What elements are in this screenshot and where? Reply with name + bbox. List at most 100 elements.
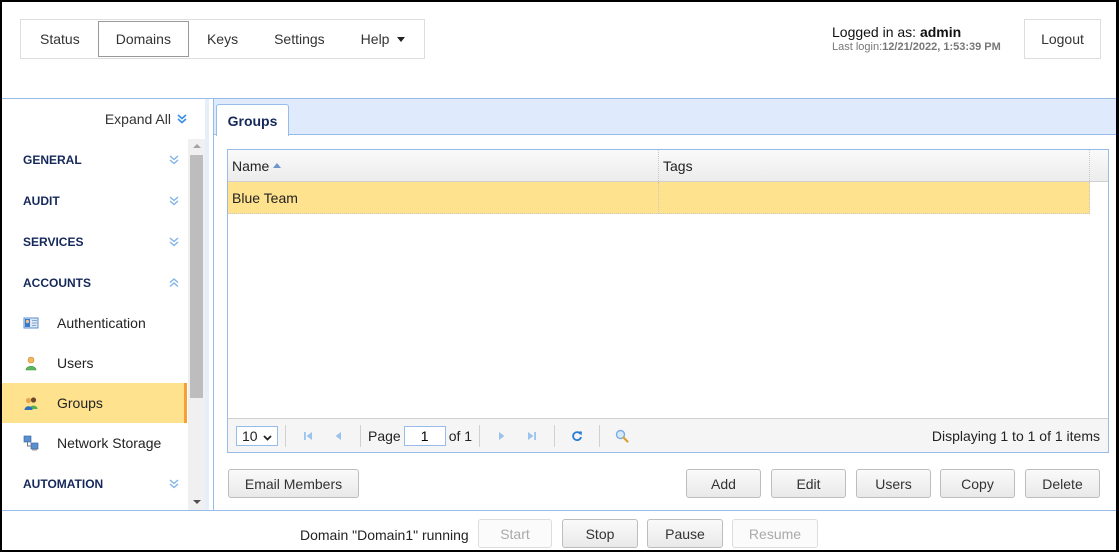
id-card-icon — [23, 315, 39, 331]
sidebar-item-groups[interactable]: Groups — [2, 383, 187, 423]
stop-button[interactable]: Stop — [562, 519, 638, 548]
resume-button[interactable]: Resume — [732, 519, 818, 548]
divider — [554, 424, 556, 447]
chevron-down-icon — [262, 428, 272, 444]
double-chevron-down-icon — [169, 236, 179, 247]
page-count-label: of 1 — [448, 427, 473, 444]
page-number-input[interactable] — [403, 425, 446, 446]
top-nav: Status Domains Keys Settings Help — [20, 19, 426, 59]
pause-button[interactable]: Pause — [647, 519, 723, 548]
sidebar-section-audit[interactable]: AUDIT — [2, 180, 187, 221]
nav-keys-label: Keys — [206, 31, 239, 47]
logout-button[interactable]: Logout — [1024, 19, 1101, 59]
sidebar-section-automation[interactable]: AUTOMATION — [2, 463, 187, 504]
sidebar-section-services[interactable]: SERVICES — [2, 221, 187, 262]
nav-help[interactable]: Help — [343, 21, 424, 57]
column-label: Name — [232, 157, 270, 174]
double-chevron-down-icon — [177, 114, 187, 124]
divider — [360, 424, 361, 447]
section-label: SERVICES — [23, 234, 84, 249]
domain-status: Domain "Domain1" running — [300, 527, 469, 543]
section-label: AUTOMATION — [23, 476, 104, 491]
nav-help-label: Help — [360, 31, 390, 47]
double-chevron-down-icon — [169, 478, 179, 489]
table-row[interactable]: Blue Team — [228, 182, 1090, 214]
refresh-button[interactable] — [566, 425, 588, 447]
column-header-filler — [1090, 150, 1108, 181]
start-button[interactable]: Start — [478, 519, 552, 548]
login-info: Logged in as: admin Last login:12/21/202… — [832, 24, 1001, 53]
app-window: Status Domains Keys Settings Help Logged… — [2, 2, 1116, 550]
main-area: Expand All GENERAL AUDIT SERVICES ACCOUN… — [2, 98, 1116, 511]
display-count: Displaying 1 to 1 of 1 items — [931, 428, 1100, 444]
expand-all-label: Expand All — [104, 111, 171, 127]
nav-status-label: Status — [40, 31, 80, 47]
content-panel: Groups Name Tags Blue Team 10 Page 1 of … — [213, 99, 1116, 510]
page-size-select[interactable]: 10 — [236, 425, 278, 446]
last-page-button[interactable] — [521, 425, 543, 447]
refresh-icon — [572, 430, 583, 441]
tab-groups[interactable]: Groups — [216, 104, 289, 136]
next-page-button[interactable] — [491, 425, 513, 447]
section-label: GENERAL — [23, 152, 82, 167]
double-chevron-up-icon — [169, 277, 179, 288]
scroll-down-arrow-icon[interactable] — [193, 500, 201, 504]
nav-status[interactable]: Status — [22, 21, 98, 57]
expand-all-button[interactable]: Expand All — [105, 111, 187, 127]
divider — [599, 424, 601, 447]
edit-button[interactable]: Edit — [771, 469, 846, 498]
groups-grid: Name Tags Blue Team 10 Page 1 of 1 Displ… — [227, 149, 1109, 453]
nav-settings[interactable]: Settings — [256, 21, 343, 57]
add-button[interactable]: Add — [686, 469, 761, 498]
sidebar-item-label: Network Storage — [57, 435, 162, 451]
sort-ascending-icon — [273, 163, 282, 168]
column-label: Tags — [663, 157, 693, 174]
column-header-name[interactable]: Name — [228, 150, 659, 181]
email-members-button[interactable]: Email Members — [228, 469, 359, 498]
double-chevron-down-icon — [169, 154, 179, 165]
search-icon — [615, 429, 629, 443]
divider — [285, 424, 286, 447]
sidebar-item-network-storage[interactable]: Network Storage — [2, 423, 187, 463]
first-page-button[interactable] — [297, 425, 319, 447]
last-login-prefix: Last login: — [832, 41, 883, 53]
scroll-up-arrow-icon[interactable] — [193, 144, 201, 148]
grid-header: Name Tags — [228, 150, 1108, 182]
grid-body: Blue Team — [228, 182, 1108, 214]
search-button[interactable] — [611, 425, 633, 447]
logged-in-as: Logged in as: admin — [832, 24, 1001, 40]
sidebar-section-general[interactable]: GENERAL — [2, 139, 187, 180]
sidebar-section-accounts[interactable]: ACCOUNTS — [2, 262, 187, 303]
last-login: Last login:12/21/2022, 1:53:39 PM — [832, 41, 1001, 53]
column-header-tags[interactable]: Tags — [659, 150, 1090, 181]
username: admin — [919, 24, 962, 40]
user-icon — [23, 355, 39, 371]
section-label: ACCOUNTS — [23, 275, 91, 290]
sidebar-list: GENERAL AUDIT SERVICES ACCOUNTS Authenti… — [2, 139, 187, 510]
network-storage-icon — [23, 435, 39, 451]
logged-in-prefix: Logged in as: — [832, 24, 920, 40]
nav-domains[interactable]: Domains — [97, 21, 189, 57]
sidebar: Expand All GENERAL AUDIT SERVICES ACCOUN… — [2, 99, 209, 510]
nav-settings-label: Settings — [274, 31, 325, 47]
users-button[interactable]: Users — [856, 469, 931, 498]
sidebar-item-authentication[interactable]: Authentication — [2, 303, 187, 343]
sidebar-splitter[interactable] — [205, 99, 209, 510]
scrollbar-thumb[interactable] — [190, 155, 203, 398]
nav-keys[interactable]: Keys — [189, 21, 256, 57]
sidebar-item-users[interactable]: Users — [2, 343, 187, 383]
cell-name: Blue Team — [228, 182, 659, 214]
caret-down-icon — [397, 36, 406, 42]
last-login-time: 12/21/2022, 1:53:39 PM — [882, 41, 1001, 53]
nav-domains-label: Domains — [115, 31, 171, 47]
sidebar-scrollbar[interactable] — [188, 139, 205, 510]
delete-button[interactable]: Delete — [1025, 469, 1100, 498]
pagination-bar: 10 Page of 1 D — [228, 418, 1108, 452]
prev-page-button[interactable] — [327, 425, 349, 447]
prev-page-icon — [335, 431, 341, 440]
first-page-icon — [304, 431, 312, 440]
sidebar-item-label: Groups — [57, 395, 103, 411]
copy-button[interactable]: Copy — [940, 469, 1015, 498]
sidebar-item-label: Authentication — [57, 315, 146, 331]
sidebar-item-label: Users — [57, 355, 94, 371]
